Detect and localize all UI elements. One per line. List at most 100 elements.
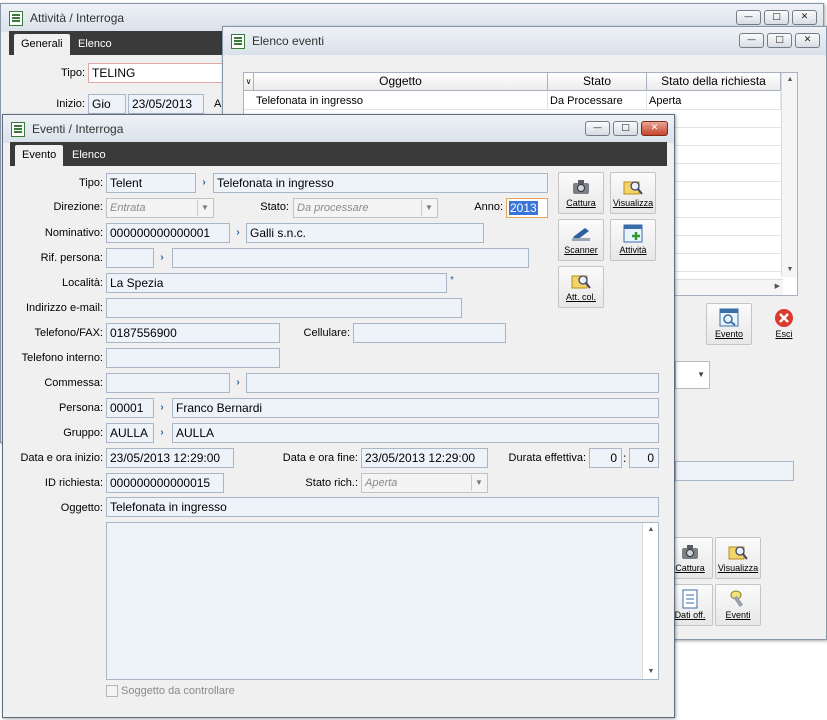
tab-elenco[interactable]: Elenco <box>71 34 119 55</box>
gruppo-code-field[interactable]: AULLA <box>106 423 154 443</box>
esci-button[interactable]: Esci <box>761 303 807 345</box>
anno-label: Anno: <box>474 201 503 213</box>
folder-magnifier-icon <box>623 181 643 195</box>
localita-field[interactable]: La Spezia <box>106 273 447 293</box>
id-richiesta-field[interactable]: 000000000000015 <box>106 473 224 493</box>
commessa-label: Commessa: <box>44 377 103 389</box>
scanner-label: Scanner <box>564 245 598 255</box>
stato-label: Stato: <box>260 201 289 213</box>
close-button[interactable]: ✕ <box>792 10 817 25</box>
zoom-arrow-icon[interactable]: › <box>154 248 170 268</box>
soggetto-checkbox[interactable] <box>106 685 118 697</box>
eventi-titlebar[interactable]: Eventi / Interroga — □ ✕ <box>3 115 674 143</box>
cell-stato: Da Processare <box>548 92 647 110</box>
flashlight-icon <box>730 590 744 608</box>
minimize-button[interactable]: — <box>585 121 610 136</box>
commessa-code-field[interactable] <box>106 373 230 393</box>
grid-corner[interactable]: ∨ <box>244 73 254 91</box>
data-inizio-field[interactable]: 23/05/2013 12:29:00 <box>106 448 234 468</box>
grid-vertical-scrollbar[interactable]: ▲ ▼ <box>781 73 797 277</box>
inizio-date-field[interactable]: 23/05/2013 <box>128 94 204 114</box>
partial-field[interactable] <box>675 461 794 481</box>
direzione-select[interactable]: Entrata ▼ <box>106 198 214 218</box>
cattura-button[interactable]: Cattura <box>558 172 604 214</box>
visualizza-button-bg[interactable]: Visualizza <box>715 537 761 579</box>
tipo-label: Tipo: <box>60 67 85 79</box>
stato-rich-value: Aperta <box>365 477 398 489</box>
email-field[interactable] <box>106 298 462 318</box>
visualizza-label: Visualizza <box>612 198 654 208</box>
durata-hours-field[interactable]: 0 <box>589 448 622 468</box>
att-col-button[interactable]: Att. col. <box>558 266 604 308</box>
scroll-right-arrow-icon[interactable]: ▶ <box>775 282 780 290</box>
inizio-day-field[interactable]: Gio <box>88 94 126 114</box>
tab-evento[interactable]: Evento <box>15 145 64 166</box>
cell-oggetto: Telefonata in ingresso <box>254 92 548 110</box>
zoom-arrow-icon[interactable]: › <box>196 173 212 193</box>
minimize-button[interactable]: — <box>736 10 761 25</box>
col-header-stato[interactable]: Stato <box>548 73 647 91</box>
stato-select[interactable]: Da processare ▼ <box>293 198 438 218</box>
scroll-down-arrow-icon[interactable]: ▼ <box>782 263 798 277</box>
data-inizio-label: Data e ora inizio: <box>20 452 103 464</box>
durata-hours-value: 0 <box>610 451 617 465</box>
tipo-desc-field[interactable]: Telefonata in ingresso <box>213 173 548 193</box>
durata-minutes-value: 0 <box>647 451 654 465</box>
gruppo-desc-field[interactable]: AULLA <box>172 423 659 443</box>
localita-label: Località: <box>62 277 103 289</box>
persona-code-field[interactable]: 00001 <box>106 398 154 418</box>
attivita-button[interactable]: Attività <box>610 219 656 261</box>
elenco-titlebar[interactable]: Elenco eventi — □ ✕ <box>223 27 826 55</box>
zoom-arrow-icon[interactable]: › <box>154 423 170 443</box>
telefono-interno-field[interactable] <box>106 348 280 368</box>
table-row[interactable]: Telefonata in ingresso Da Processare Ape… <box>244 92 781 110</box>
data-fine-field[interactable]: 23/05/2013 12:29:00 <box>361 448 488 468</box>
rif-persona-code-field[interactable] <box>106 248 154 268</box>
close-button[interactable]: ✕ <box>795 33 820 48</box>
tipo-code-field[interactable]: Telent <box>106 173 196 193</box>
cellulare-field[interactable] <box>353 323 506 343</box>
minimize-button[interactable]: — <box>739 33 764 48</box>
partial-combo[interactable]: ▼ <box>675 361 710 389</box>
tab-elenco[interactable]: Elenco <box>65 145 113 166</box>
close-button[interactable]: ✕ <box>641 121 668 136</box>
zoom-arrow-icon[interactable]: › <box>230 223 246 243</box>
eventi-button[interactable]: Eventi <box>715 584 761 626</box>
persona-desc-field[interactable]: Franco Bernardi <box>172 398 659 418</box>
col-header-stato-richiesta[interactable]: Stato della richiesta <box>647 73 781 91</box>
note-scrollbar[interactable]: ▲ ▼ <box>642 523 658 679</box>
evento-button[interactable]: Evento <box>706 303 752 345</box>
maximize-button[interactable]: □ <box>613 121 638 136</box>
zoom-arrow-icon[interactable]: › <box>230 373 246 393</box>
anno-field[interactable]: 2013 <box>506 198 548 218</box>
visualizza-button[interactable]: Visualizza <box>610 172 656 214</box>
commessa-desc-field[interactable] <box>246 373 659 393</box>
stato-rich-select[interactable]: Aperta ▼ <box>361 473 488 493</box>
nominativo-desc-field[interactable]: Galli s.n.c. <box>246 223 484 243</box>
oggetto-field[interactable]: Telefonata in ingresso <box>106 497 659 517</box>
eventi-tabs: Evento Elenco <box>10 142 667 166</box>
asterisk-icon[interactable]: * <box>450 275 454 286</box>
nominativo-code-field[interactable]: 000000000000001 <box>106 223 230 243</box>
rif-persona-label: Rif. persona: <box>40 252 103 264</box>
tipo-field[interactable]: TELING <box>88 63 228 83</box>
scanner-button[interactable]: Scanner <box>558 219 604 261</box>
eventi-interroga-window: Eventi / Interroga — □ ✕ Evento Elenco T… <box>2 114 675 718</box>
durata-minutes-field[interactable]: 0 <box>629 448 659 468</box>
note-textarea[interactable]: ▲ ▼ <box>106 522 659 680</box>
direzione-value: Entrata <box>110 202 146 214</box>
camera-icon <box>682 545 698 559</box>
window-add-icon <box>623 224 643 243</box>
direzione-label: Direzione: <box>53 201 103 213</box>
scroll-down-arrow-icon[interactable]: ▼ <box>643 665 659 679</box>
tab-generali[interactable]: Generali <box>14 34 70 55</box>
telefono-fax-field[interactable]: 0187556900 <box>106 323 280 343</box>
scroll-up-arrow-icon[interactable]: ▲ <box>643 523 659 537</box>
maximize-button[interactable]: □ <box>767 33 792 48</box>
maximize-button[interactable]: □ <box>764 10 789 25</box>
rif-persona-desc-field[interactable] <box>172 248 529 268</box>
col-header-oggetto[interactable]: Oggetto <box>254 73 548 91</box>
chevron-down-icon: ▼ <box>697 370 705 379</box>
zoom-arrow-icon[interactable]: › <box>154 398 170 418</box>
scroll-up-arrow-icon[interactable]: ▲ <box>782 73 798 87</box>
